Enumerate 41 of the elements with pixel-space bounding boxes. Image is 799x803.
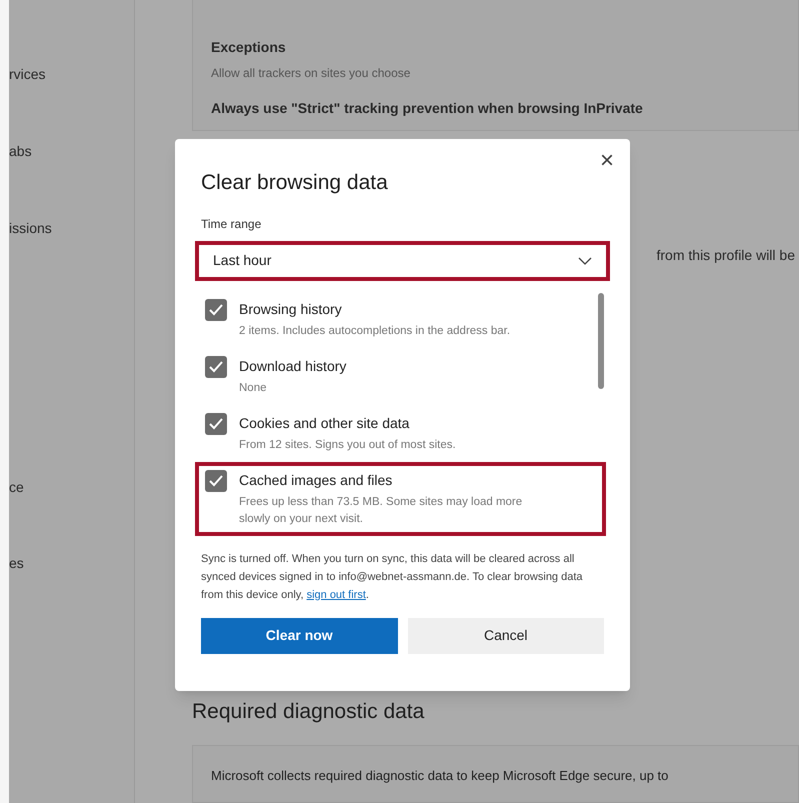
section-title: Exceptions [211,38,287,57]
option-description: From 12 sites. Signs you out of most sites. [239,438,456,452]
option-description: 2 items. Includes autocompletions in the address bar. [239,324,510,338]
checkbox[interactable] [205,356,227,378]
checkbox[interactable] [205,298,227,320]
option-title: Cookies and other site data [239,414,410,432]
sync-notice: Sync is turned off. When you turn on sync, this data will be cleared across all synced devices signed in to info@webnet-assmann.de. To clear browsing data from this device only, sign out first. [201,552,584,602]
option-description: None [239,380,268,396]
option-description: Frees up less than 73.5 MB. Some sites may load more slowly on your next visit. [239,494,524,526]
scrollbar-thumb[interactable] [598,292,604,388]
setting-text: from this profile will be [656,246,795,265]
checkmark-icon [209,474,223,486]
clear-now-button[interactable]: Clear now [201,618,398,654]
data-option[interactable]: Download history None [195,348,610,404]
sidebar-item[interactable]: ce [9,477,134,498]
checkbox[interactable] [205,470,227,492]
data-option[interactable]: Cookies and other site data From 12 sites. Signs you out of most sites. [195,404,610,462]
data-option[interactable]: Cached images and files Frees up less than 73.5 MB. Some sites may load more slowly on your next visit. [195,462,606,536]
sidebar-item[interactable]: abs [9,141,134,162]
option-title: Browsing history [239,300,343,319]
chevron-down-icon [578,256,592,264]
close-button[interactable]: × [600,149,614,173]
diagnostic-text: Microsoft collects required diagnostic data to keep Microsoft Edge secure, up to [211,768,668,784]
checkmark-icon [209,304,223,316]
sign-out-link[interactable]: sign out first [306,588,366,600]
data-option[interactable]: Browsing history 2 items. Includes autocompletions in the address bar. [195,290,610,348]
option-title: Download history [239,356,346,376]
cancel-button[interactable]: Cancel [408,618,604,654]
section-description: Allow all trackers on sites you choose [211,65,412,82]
checkbox[interactable] [205,412,227,434]
sidebar-item[interactable]: rvices [9,64,134,85]
setting-label: Always use "Strict" tracking prevention when browsing InPrivate [211,99,644,118]
sidebar-item[interactable]: issions [9,218,134,239]
checkmark-icon [209,360,223,372]
checkmark-icon [209,418,223,430]
field-label: Time range [201,216,262,232]
dialog-title: Clear browsing data [201,170,388,196]
time-range-dropdown[interactable]: Last hour [195,240,610,280]
sidebar-item[interactable]: es [9,553,134,574]
section-heading: Required diagnostic data [192,698,426,725]
option-title: Cached images and files [239,470,394,490]
